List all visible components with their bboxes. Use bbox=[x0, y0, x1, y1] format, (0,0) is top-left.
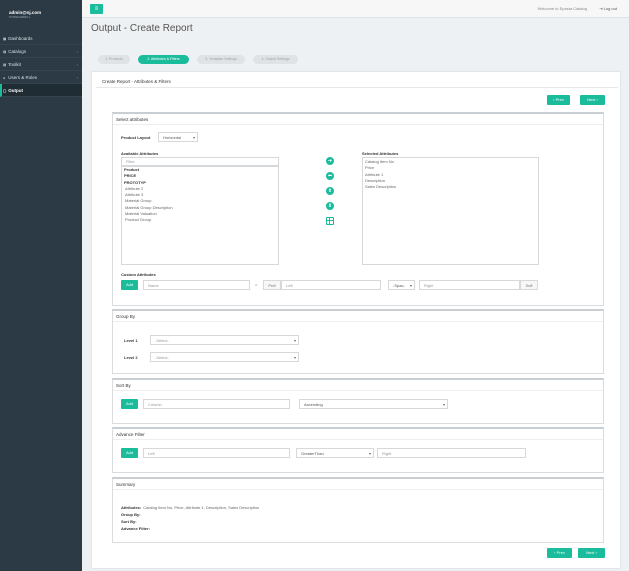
available-attributes-label: Available Attributes bbox=[121, 151, 159, 156]
sidebar-item-label: Output bbox=[8, 88, 24, 93]
next-button-bottom[interactable]: Next › bbox=[578, 548, 605, 558]
table-icon[interactable] bbox=[326, 217, 334, 225]
menu-toggle-button[interactable]: ≡ bbox=[90, 4, 103, 14]
output-icon: ▢ bbox=[3, 89, 7, 93]
prefix-addon: Pref bbox=[263, 280, 281, 290]
section-title: Group By bbox=[113, 311, 603, 322]
selected-attributes-list[interactable]: Catalog Item No Price Attribute 1 Descri… bbox=[362, 157, 539, 265]
arrow-right-icon: ➜ bbox=[327, 158, 333, 164]
add-sort-button[interactable]: Add bbox=[121, 399, 138, 409]
arrow-down-icon: ⬇ bbox=[327, 203, 333, 209]
user-profile[interactable]: admin@nj.com SYSTEM ADMIN ▾ bbox=[0, 0, 82, 22]
equals-sign: = bbox=[255, 282, 258, 287]
user-name: admin@nj.com bbox=[9, 10, 42, 15]
sidebar-item-toolkit[interactable]: ▤ Toolkit ‹ bbox=[0, 58, 82, 71]
filter-operator-select[interactable]: GreaterThan bbox=[296, 448, 374, 458]
selected-attributes-label: Selected Attributes bbox=[362, 151, 399, 156]
welcome-message: Welcome to Epasta Catalog bbox=[537, 6, 587, 11]
section-title: Summary bbox=[113, 479, 603, 490]
wizard-step-output-settings[interactable]: 4. Output Settings bbox=[253, 55, 298, 64]
product-layout-select[interactable]: Horizontal bbox=[158, 132, 198, 142]
available-attributes-list[interactable]: Product PRICE PROTOTYP Attribute 2 Attri… bbox=[121, 166, 279, 265]
custom-name-input[interactable]: Name bbox=[143, 280, 250, 290]
custom-right-input[interactable]: Right bbox=[419, 280, 520, 290]
sidebar-item-users-roles[interactable]: ● Users & Roles ‹ bbox=[0, 71, 82, 84]
summary-group-by: Group By: bbox=[121, 512, 141, 517]
page-title: Output - Create Report bbox=[91, 23, 193, 34]
custom-left-input[interactable]: Left bbox=[281, 280, 381, 290]
arrow-up-icon: ⬆ bbox=[327, 188, 333, 194]
create-report-panel: Create Report - Attributes & Filters ‹ P… bbox=[91, 71, 621, 569]
sort-column-input[interactable]: Column bbox=[143, 399, 290, 409]
panel-heading: Create Report - Attributes & Filters bbox=[102, 79, 171, 84]
summary-section: Summary bbox=[112, 477, 604, 543]
section-title: Select attributes bbox=[113, 114, 603, 125]
sidebar-item-label: Catalogs bbox=[8, 49, 27, 54]
attribute-filter-input[interactable]: Filter bbox=[121, 157, 279, 166]
chevron-left-icon: ‹ bbox=[76, 75, 78, 80]
sidebar-nav: ▦ Dashboards ▤ Catalogs ‹ ▤ Toolkit ‹ ● Us… bbox=[0, 32, 82, 97]
group-level-1-select[interactable]: -Select- bbox=[150, 335, 299, 345]
prev-button[interactable]: ‹ Prev bbox=[547, 95, 570, 105]
list-item[interactable]: Sales Description bbox=[363, 184, 538, 190]
move-up-button[interactable]: ⬆ bbox=[326, 187, 334, 195]
sidebar-item-label: Toolkit bbox=[8, 62, 21, 67]
sidebar: admin@nj.com SYSTEM ADMIN ▾ ▦ Dashboards… bbox=[0, 0, 82, 571]
section-title: Sort By bbox=[113, 380, 603, 391]
summary-sort-by: Sort By: bbox=[121, 519, 137, 524]
separator-select[interactable]: -Spac- bbox=[388, 280, 415, 290]
sidebar-item-dashboards[interactable]: ▦ Dashboards bbox=[0, 32, 82, 45]
arrow-left-icon: ⬅ bbox=[327, 173, 333, 179]
sort-order-select[interactable]: Ascending bbox=[299, 399, 448, 409]
product-layout-label: Product Layout bbox=[121, 135, 151, 140]
filter-left-input[interactable]: Left bbox=[143, 448, 290, 458]
summary-advance-filter: Advance Filter: bbox=[121, 526, 150, 531]
add-filter-button[interactable]: Add bbox=[121, 448, 138, 458]
wizard-step-products[interactable]: 1. Products bbox=[98, 55, 130, 64]
suffix-addon: Suff bbox=[520, 280, 538, 290]
wizard-step-template-settings[interactable]: 3. Template Settings bbox=[197, 55, 245, 64]
next-button[interactable]: Next › bbox=[580, 95, 605, 105]
move-down-button[interactable]: ⬇ bbox=[326, 202, 334, 210]
divider bbox=[96, 87, 618, 88]
prev-button-bottom[interactable]: ‹ Prev bbox=[547, 548, 572, 558]
wizard-step-attributes-filters[interactable]: 2. Attributes & Filters bbox=[138, 55, 189, 64]
filter-right-input[interactable]: Right bbox=[377, 448, 526, 458]
user-role-dropdown[interactable]: SYSTEM ADMIN ▾ bbox=[9, 16, 82, 19]
list-item[interactable]: Product Group bbox=[122, 217, 278, 223]
section-title: Advance Filter bbox=[113, 429, 603, 440]
logout-link[interactable]: ⇥ Log out bbox=[599, 6, 617, 11]
chevron-left-icon: ‹ bbox=[76, 62, 78, 67]
summary-attributes: Attributes: Catalog Item No, Price, Attri… bbox=[121, 505, 260, 510]
level-2-label: Level 2 bbox=[124, 355, 138, 360]
group-level-2-select[interactable]: -Select- bbox=[150, 352, 299, 362]
move-right-button[interactable]: ➜ bbox=[326, 157, 334, 165]
custom-attributes-label: Custom Attributes bbox=[121, 272, 156, 277]
level-1-label: Level 1 bbox=[124, 338, 138, 343]
sidebar-item-catalogs[interactable]: ▤ Catalogs ‹ bbox=[0, 45, 82, 58]
move-left-button[interactable]: ⬅ bbox=[326, 172, 334, 180]
sidebar-item-output[interactable]: ▢ Output bbox=[0, 84, 82, 97]
add-custom-attribute-button[interactable]: Add bbox=[121, 280, 138, 290]
sidebar-item-label: Users & Roles bbox=[8, 75, 38, 80]
chevron-left-icon: ‹ bbox=[76, 49, 78, 54]
top-bar: ≡ Welcome to Epasta Catalog ⇥ Log out bbox=[82, 0, 629, 18]
sidebar-item-label: Dashboards bbox=[8, 36, 33, 41]
